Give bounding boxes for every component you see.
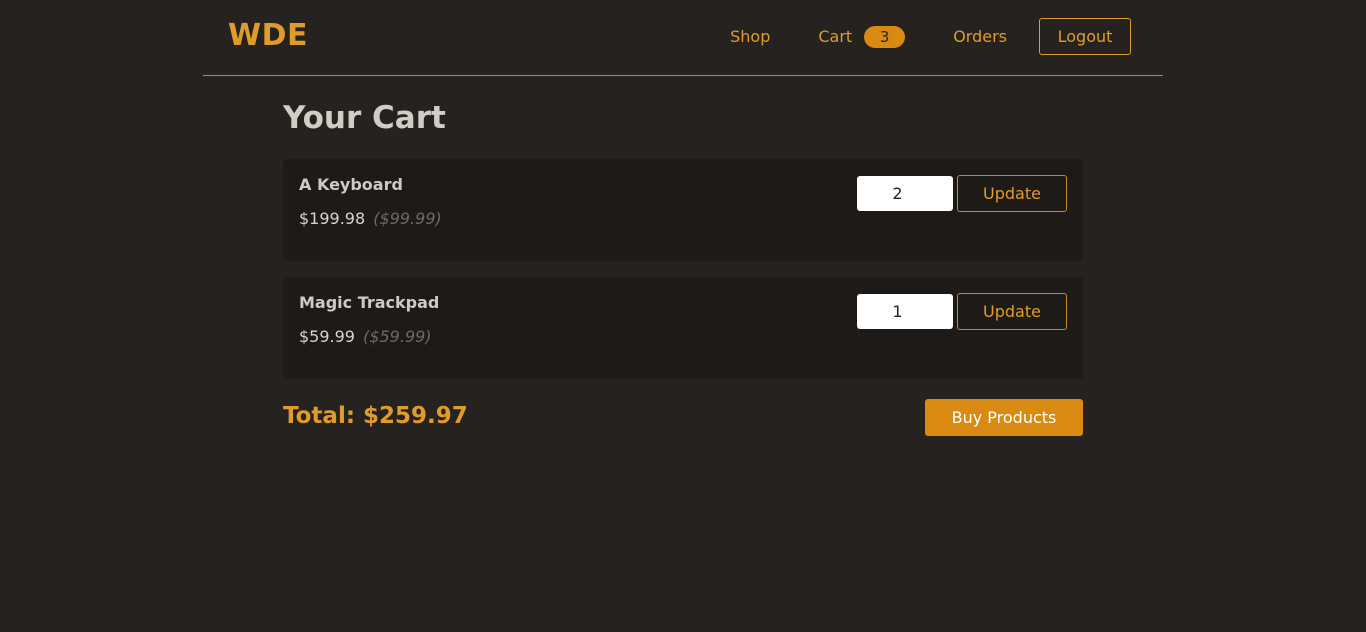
cart-total: Total: $259.97 [283, 403, 468, 429]
logout-button[interactable]: Logout [1039, 18, 1131, 55]
update-button[interactable]: Update [957, 293, 1067, 330]
nav-shop-link[interactable]: Shop [730, 27, 770, 46]
cart-page: Your Cart A Keyboard $199.98 ($99.99) Up… [283, 96, 1083, 439]
buy-products-button[interactable]: Buy Products [925, 399, 1083, 436]
nav-orders-link[interactable]: Orders [953, 27, 1007, 46]
item-total-price: $59.99 [299, 327, 355, 346]
item-name: Magic Trackpad [299, 293, 440, 312]
item-price-row: $59.99 ($59.99) [299, 327, 432, 346]
site-header: WDE Shop Cart 3 Orders Logout [203, 0, 1163, 76]
cart-item: A Keyboard $199.98 ($99.99) Update [283, 159, 1083, 261]
main-nav: Shop Cart 3 Orders Logout [730, 18, 1131, 55]
quantity-input[interactable] [857, 294, 953, 329]
cart-item: Magic Trackpad $59.99 ($59.99) Update [283, 277, 1083, 379]
quantity-input[interactable] [857, 176, 953, 211]
update-button[interactable]: Update [957, 175, 1067, 212]
cart-item-list: A Keyboard $199.98 ($99.99) Update Magic… [283, 159, 1083, 379]
cart-count-badge: 3 [864, 25, 906, 48]
logo[interactable]: WDE [228, 18, 308, 54]
nav-cart-link[interactable]: Cart 3 [818, 25, 906, 48]
page-title: Your Cart [283, 100, 446, 136]
item-total-price: $199.98 [299, 209, 366, 228]
nav-cart-label: Cart [818, 27, 853, 46]
item-unit-price: ($59.99) [363, 327, 432, 346]
item-name: A Keyboard [299, 175, 403, 194]
item-price-row: $199.98 ($99.99) [299, 209, 442, 228]
item-unit-price: ($99.99) [373, 209, 442, 228]
cart-total-row: Total: $259.97 Buy Products [283, 399, 1083, 439]
